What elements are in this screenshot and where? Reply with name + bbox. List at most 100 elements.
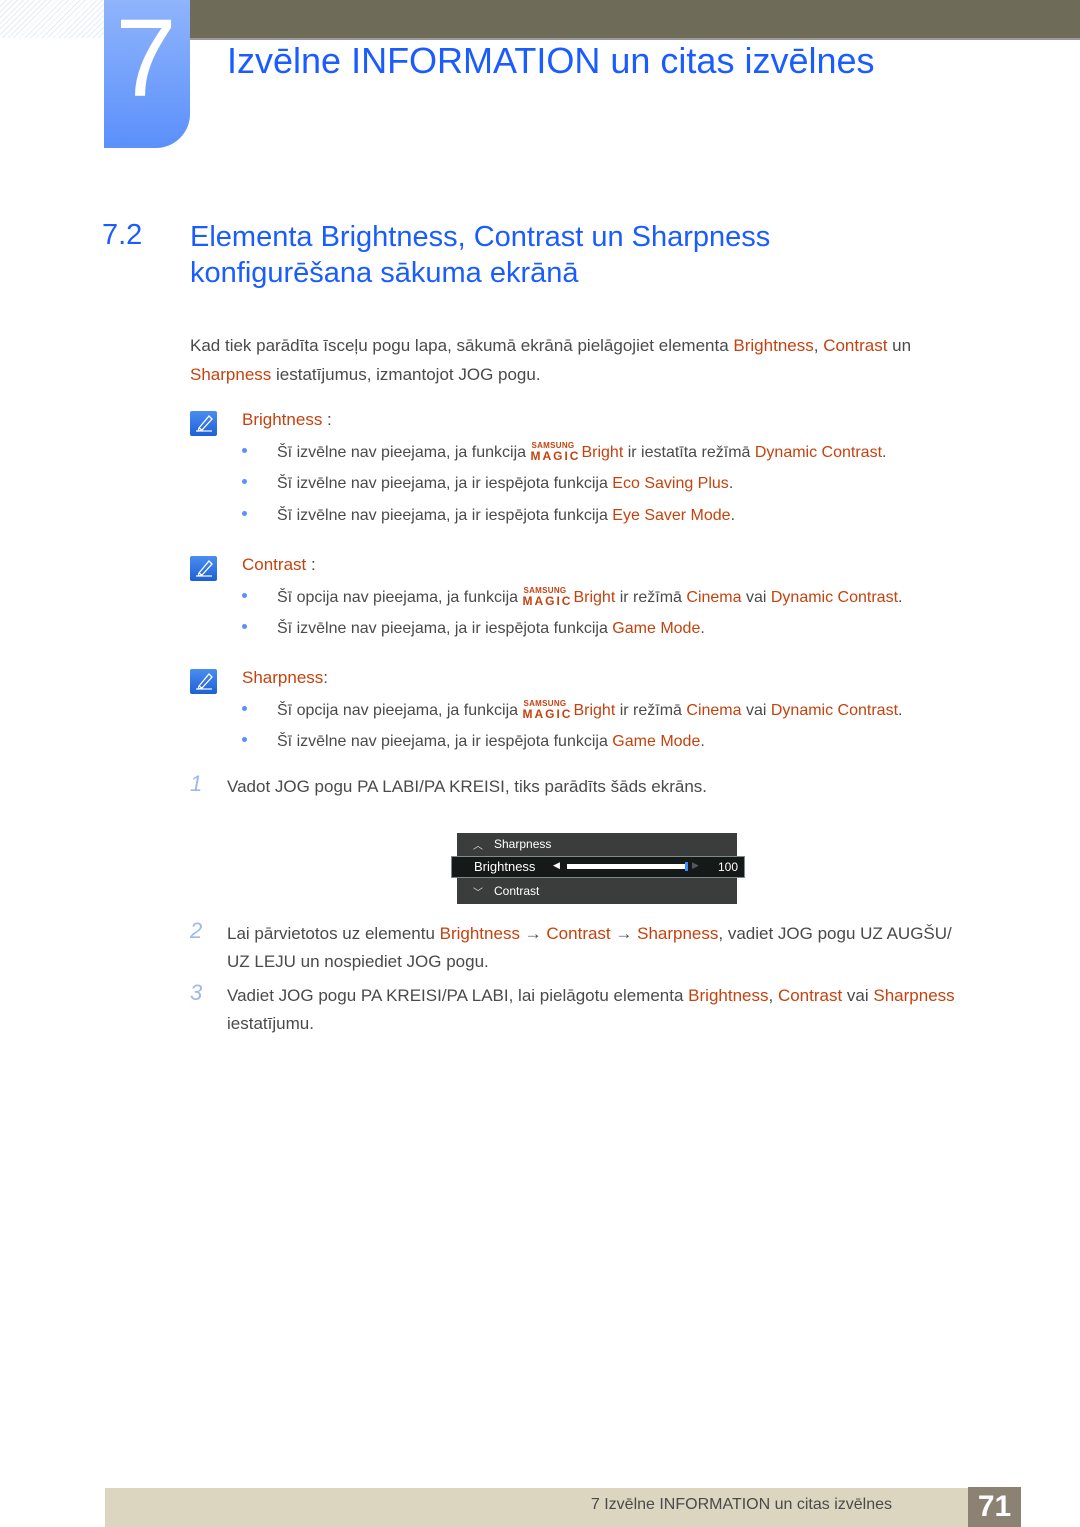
samsung-magic-logo-icon: SAMSUNG MAGIC [522,586,573,608]
intro-highlight-contrast: Contrast [823,336,888,355]
osd-item-down: ﹀ Contrast [457,880,737,904]
intro-text: , [813,336,824,355]
step-text: Lai pārvietotos uz elementu Brightness →… [227,920,952,976]
section-title-line1: Elementa Brightness, Contrast un Sharpne… [190,221,771,253]
bullet-highlight: Cinema [686,589,742,606]
arrow-icon: → [610,924,638,943]
section-title: Elementa Brightness, Contrast un Sharpne… [190,219,770,291]
step-text: Vadot JOG pogu PA LABI/PA KREISI, tiks p… [227,777,708,796]
bullet-item: Šī opcija nav pieejama, ja funkcija SAMS… [242,699,903,721]
bullet-text: . [728,475,734,492]
header-hatch-decoration [0,0,104,38]
intro-text: un [887,336,912,355]
bullet-text: ir iestatīta režīmā [623,444,755,461]
magic-bright-label: Bright [573,702,616,719]
logo-bottom-text: MAGIC [522,594,573,608]
bullet-item: Šī opcija nav pieejama, ja funkcija SAMS… [242,586,903,608]
chevron-up-icon: ︿ [473,841,483,852]
highlight-contrast: Contrast [777,986,843,1005]
bullet-text: ir režīmā [615,702,687,719]
intro-text: Kad tiek parādīta īsceļu pogu lapa, sāku… [190,336,734,355]
bullet-text: . [882,444,887,461]
osd-value: 100 [717,860,738,874]
bullet-highlight: Eye Saver Mode [612,507,731,524]
bullet-text: . [898,589,903,606]
chapter-number: 7 [115,0,177,120]
bullet-text: Šī opcija nav pieejama, ja funkcija [277,589,523,606]
highlight-brightness: Brightness [688,986,769,1005]
bullet-text: Šī izvēlne nav pieejama, ja ir iespējota… [277,507,613,524]
highlight-brightness: Brightness [439,924,520,943]
osd-item-label: Contrast [494,884,540,898]
note-label-colon: : [306,555,316,574]
samsung-magic-logo-icon: SAMSUNG MAGIC [530,441,581,463]
intro-highlight-brightness: Brightness [733,336,814,355]
highlight-sharpness: Sharpness [873,986,955,1005]
bullet-dot-icon [242,624,247,630]
bullet-dot-icon [242,511,247,517]
step-text: Vadiet JOG pogu PA KREISI/PA LABI, lai p… [227,982,955,1038]
note-label-text: Brightness [242,410,323,429]
note-label: Contrast : [242,555,316,575]
bullet-text: Šī izvēlne nav pieejama, ja ir iespējota… [277,475,613,492]
magic-bright-label: Bright [573,589,616,606]
bullet-item: Šī izvēlne nav pieejama, ja funkcija SAM… [242,441,887,463]
bullet-text: Šī izvēlne nav pieejama, ja ir iespējota… [277,620,613,637]
bullet-text: Šī izvēlne nav pieejama, ja funkcija [277,444,531,461]
osd-selected-item: Brightness ◀ ▶ 100 [451,856,745,878]
osd-item-label: Sharpness [494,837,552,851]
bullet-text: . [730,507,736,524]
note-label-colon: : [323,668,329,687]
header-bar [190,0,1080,40]
bullet-item: Šī izvēlne nav pieejama, ja ir iespējota… [242,507,735,525]
note-icon [190,669,217,694]
osd-slider-thumb [685,862,688,871]
chapter-title: Izvēlne INFORMATION un citas izvēlnes [227,40,875,81]
bullet-dot-icon [242,593,247,599]
note-label-colon: : [322,410,332,429]
bullet-dot-icon [242,737,247,743]
bullet-highlight: Eco Saving Plus [612,475,729,492]
logo-bottom-text: MAGIC [522,707,573,721]
step-number: 2 [190,918,203,943]
osd-item-up: ︿ Sharpness [457,833,737,857]
arrow-left-icon: ◀ [553,860,560,870]
chevron-down-icon: ﹀ [473,888,483,899]
bullet-dot-icon [242,479,247,485]
bullet-item: Šī izvēlne nav pieejama, ja ir iespējota… [242,620,705,638]
page-footer: 7 Izvēlne INFORMATION un citas izvēlnes [105,1488,1020,1527]
arrow-right-icon: ▶ [692,860,699,870]
step-number: 3 [190,980,203,1005]
logo-bottom-text: MAGIC [530,449,581,463]
note-label-text: Sharpness [242,668,324,687]
note-label: Brightness : [242,410,332,430]
step-text-part: UZ LEJU un nospiediet JOG pogu. [227,952,489,971]
intro-highlight-sharpness: Sharpness [190,365,272,384]
bullet-text: Šī izvēlne nav pieejama, ja ir iespējota… [277,733,613,750]
note-label: Sharpness: [242,668,328,688]
bullet-item: Šī izvēlne nav pieejama, ja ir iespējota… [242,475,733,493]
bullet-highlight: Game Mode [612,733,701,750]
section-title-line2: konfigurēšana sākuma ekrānā [190,257,579,289]
bullet-dot-icon [242,706,247,712]
step-text-part: iestatījumu. [227,1014,314,1033]
bullet-highlight: Dynamic Contrast [754,444,883,461]
bullet-text: ir režīmā [615,589,687,606]
step-text-part: Vadiet JOG pogu PA KREISI/PA LABI, lai p… [227,986,689,1005]
step-text-part: Lai pārvietotos uz elementu [227,924,440,943]
arrow-icon: → [519,924,547,943]
bullet-text: . [700,733,705,750]
bullet-item: Šī izvēlne nav pieejama, ja ir iespējota… [242,733,705,751]
note-label-text: Contrast [242,555,307,574]
bullet-text: . [898,702,903,719]
step-number: 1 [190,771,203,796]
samsung-magic-logo-icon: SAMSUNG MAGIC [522,699,573,721]
highlight-sharpness: Sharpness [637,924,719,943]
step-text-part: , [768,986,778,1005]
step-text-part: vai [842,986,874,1005]
section-number: 7.2 [102,219,143,251]
osd-slider [567,862,688,871]
step-text-part: , vadiet JOG pogu UZ AUGŠU/ [718,924,952,943]
highlight-contrast: Contrast [546,924,611,943]
intro-paragraph: Kad tiek parādīta īsceļu pogu lapa, sāku… [190,331,1010,389]
